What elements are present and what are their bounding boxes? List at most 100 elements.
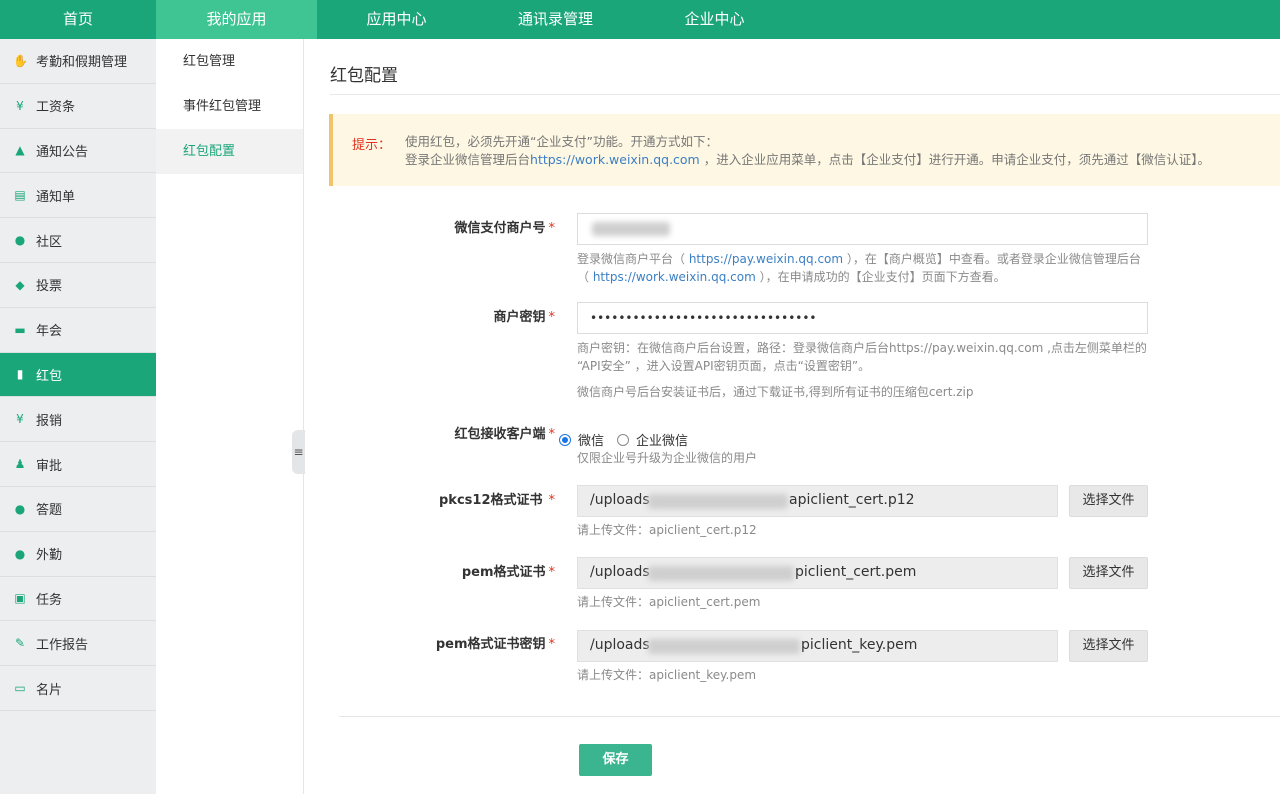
required-mark: * — [548, 310, 556, 325]
topnav-contacts[interactable]: 通讯录管理 — [476, 0, 635, 39]
quiz-icon: ● — [14, 501, 26, 516]
sidebar-item-label: 任务 — [36, 592, 63, 608]
sidebar: ✋ 考勤和假期管理 ¥ 工资条 ▲ 通知公告 ▤ 通知单 ● 社区 ◆ 投票 ▬ 年会 ▮ 红包… — [0, 39, 156, 794]
password-value: •••••••••••••••••••••••••••••••• — [590, 311, 817, 325]
sidebar-item-label: 工资条 — [36, 100, 76, 116]
sidebar-item-label: 投票 — [36, 279, 63, 295]
help-text: 登录微信商户平台（ — [577, 252, 689, 266]
sidebar-item-label: 名片 — [36, 682, 63, 698]
file-path-prefix: /uploads — [590, 492, 650, 508]
tip-label: 提示： — [352, 138, 392, 153]
collapse-toggle-icon[interactable]: ≡ — [292, 430, 305, 474]
pay-weixin-link[interactable]: https://pay.weixin.qq.com — [689, 252, 843, 266]
topnav-app-center[interactable]: 应用中心 — [317, 0, 476, 39]
sidebar-item-label: 报销 — [36, 413, 63, 429]
save-button[interactable]: 保存 — [579, 744, 652, 776]
merchant-key-label: 商户密钥 * — [305, 306, 555, 325]
subnav-event-red-packet[interactable]: 事件红包管理 — [156, 84, 303, 129]
merchant-id-label: 微信支付商户号 * — [305, 217, 555, 236]
sidebar-item-label: 通知单 — [36, 189, 76, 205]
radio-wework[interactable]: 企业微信 — [617, 430, 688, 449]
merchant-id-input[interactable] — [577, 213, 1148, 245]
client-help: 仅限企业号升级为企业微信的用户 — [577, 451, 758, 465]
sidebar-item-task[interactable]: ▣ 任务 — [0, 577, 156, 622]
radio-checked-icon — [559, 433, 571, 446]
sidebar-item-annual-meeting[interactable]: ▬ 年会 — [0, 308, 156, 353]
redacted-value — [592, 222, 670, 236]
merchant-id-help: 登录微信商户平台（ https://pay.weixin.qq.com ），在【… — [577, 250, 1141, 286]
required-mark: * — [548, 221, 556, 236]
radio-label: 企业微信 — [636, 434, 689, 449]
sidebar-item-red-packet[interactable]: ▮ 红包 — [0, 352, 156, 398]
required-mark: * — [548, 637, 556, 652]
file-path-suffix: piclient_key.pem — [801, 637, 918, 653]
pem-file-input[interactable]: /uploads piclient_cert.pem — [577, 557, 1058, 589]
tip-text-suffix: ，进入企业应用菜单，点击【企业支付】进行开通。申请企业支付，须先通过【微信认证】… — [699, 152, 1210, 167]
sub-nav: 红包管理 事件红包管理 红包配置 — [156, 39, 304, 794]
p12-label: pkcs12格式证书 * — [305, 489, 555, 508]
help-text: ），在申请成功的【企业支付】页面下方查看。 — [755, 270, 1006, 284]
sidebar-item-community[interactable]: ● 社区 — [0, 218, 156, 263]
pem-label: pem格式证书 * — [305, 561, 555, 580]
sidebar-item-business-card[interactable]: ▭ 名片 — [0, 666, 156, 711]
chat-icon: ● — [14, 233, 26, 248]
pem-key-help: 请上传文件：apiclient_key.pem — [577, 668, 757, 682]
sidebar-item-quiz[interactable]: ● 答题 — [0, 487, 156, 532]
file-path-prefix: /uploads — [590, 564, 650, 580]
sidebar-item-attendance[interactable]: ✋ 考勤和假期管理 — [0, 39, 156, 84]
divider — [330, 94, 1280, 95]
sidebar-item-label: 社区 — [36, 234, 63, 250]
tip-line-2: 登录企业微信管理后台https://work.weixin.qq.com ，进入… — [405, 151, 1210, 169]
sidebar-item-reimbursement[interactable]: ¥ 报销 — [0, 397, 156, 443]
subnav-red-packet-config[interactable]: 红包配置 — [156, 129, 303, 174]
pem-help: 请上传文件：apiclient_cert.pem — [577, 595, 761, 609]
label-text: pem格式证书密钥 — [435, 637, 546, 652]
work-weixin-link[interactable]: https://work.weixin.qq.com — [530, 152, 700, 167]
document-icon: ▤ — [14, 188, 26, 203]
sidebar-item-payslip[interactable]: ¥ 工资条 — [0, 84, 156, 129]
location-icon: ● — [14, 546, 26, 561]
subnav-red-packet-manage[interactable]: 红包管理 — [156, 39, 303, 84]
sidebar-item-notice[interactable]: ▲ 通知公告 — [0, 129, 156, 174]
client-label: 红包接收客户端 * — [305, 423, 555, 442]
sidebar-item-vote[interactable]: ◆ 投票 — [0, 263, 156, 308]
label-text: 商户密钥 — [493, 310, 546, 325]
sidebar-item-label: 答题 — [36, 503, 63, 519]
red-packet-icon: ▮ — [16, 367, 24, 382]
edit-icon: ✎ — [14, 636, 26, 651]
banner-icon: ▬ — [14, 322, 26, 337]
merchant-key-input[interactable]: •••••••••••••••••••••••••••••••• — [577, 302, 1148, 334]
top-nav: 首页 我的应用 应用中心 通讯录管理 企业中心 — [0, 0, 1280, 39]
sidebar-item-approval[interactable]: ♟ 审批 — [0, 442, 156, 487]
help-text: （ — [577, 270, 593, 284]
pem-key-file-input[interactable]: /uploads piclient_key.pem — [577, 630, 1058, 662]
p12-file-input[interactable]: /uploads apiclient_cert.p12 — [577, 485, 1058, 517]
radio-wechat[interactable]: 微信 — [559, 430, 604, 449]
topnav-enterprise[interactable]: 企业中心 — [635, 0, 794, 39]
file-path-suffix: piclient_cert.pem — [795, 564, 917, 580]
clipboard-icon: ▣ — [14, 591, 26, 606]
bell-icon: ▲ — [15, 143, 25, 158]
sidebar-item-notification-form[interactable]: ▤ 通知单 — [0, 173, 156, 219]
topnav-my-apps[interactable]: 我的应用 — [156, 0, 317, 39]
tip-box: 提示： 使用红包，必须先开通“企业支付”功能。开通方式如下： 登录企业微信管理后… — [329, 114, 1280, 186]
sidebar-item-work-report[interactable]: ✎ 工作报告 — [0, 621, 156, 667]
work-weixin-link[interactable]: https://work.weixin.qq.com — [593, 270, 756, 284]
merchant-key-help: 商户密钥：在微信商户后台设置，路径：登录微信商户后台https://pay.we… — [577, 339, 1147, 375]
card-icon: ▭ — [14, 681, 26, 696]
redacted-path — [648, 639, 800, 654]
divider — [339, 716, 1280, 717]
cert-download-help: 微信商户号后台安装证书后，通过下载证书,得到所有证书的压缩包cert.zip — [577, 385, 974, 399]
sidebar-item-field-work[interactable]: ● 外勤 — [0, 532, 156, 577]
merchant-key-help-line-1: 商户密钥：在微信商户后台设置，路径：登录微信商户后台https://pay.we… — [577, 341, 1147, 355]
p12-help: 请上传文件：apiclient_cert.p12 — [577, 523, 757, 537]
redacted-path — [648, 494, 788, 509]
merchant-key-help-line-2: “API安全” ，进入设置API密钥页面，点击“设置密钥”。 — [577, 359, 871, 373]
topnav-home[interactable]: 首页 — [0, 0, 156, 39]
tip-text: 使用红包，必须先开通“企业支付”功能。开通方式如下： 登录企业微信管理后台htt… — [405, 133, 1210, 169]
tip-text-prefix: 登录企业微信管理后台 — [405, 152, 531, 167]
choose-file-button[interactable]: 选择文件 — [1069, 557, 1148, 589]
page-title: 红包配置 — [330, 66, 398, 86]
choose-file-button[interactable]: 选择文件 — [1069, 485, 1148, 517]
choose-file-button[interactable]: 选择文件 — [1069, 630, 1148, 662]
